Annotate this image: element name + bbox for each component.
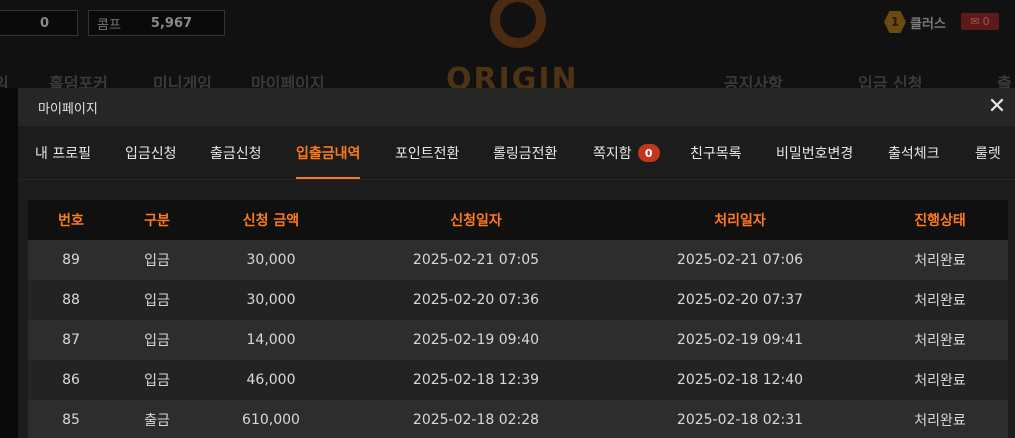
modal-header: 마이페이지 — [18, 88, 1015, 126]
modal-title: 마이페이지 — [38, 101, 98, 117]
row-number: 88 — [62, 292, 80, 308]
tab-bar: 내 프로필 입금신청 출금신청 입출금내역 포인트전환 롤링금전환 쪽지함 0 … — [18, 126, 1015, 180]
column-header: 구분 — [144, 213, 170, 229]
row-status: 처리완료 — [914, 413, 966, 429]
tab-attendance[interactable]: 출석체크 — [888, 126, 940, 180]
envelope-icon: ✉ — [970, 15, 980, 28]
logo-ring-icon — [490, 0, 546, 48]
table-row: 89 입금 30,000 2025-02-21 07:05 2025-02-21… — [28, 240, 1008, 280]
column-header: 진행상태 — [914, 213, 966, 229]
site-nav: 임 홀덤포커 미니게임 마이페이지 공지사항 입금 신청 출 — [0, 68, 1015, 93]
tab-withdraw-request[interactable]: 출금신청 — [210, 126, 262, 180]
tab-deposit-request[interactable]: 입금신청 — [125, 126, 177, 180]
row-type: 입금 — [144, 253, 170, 269]
row-amount: 30,000 — [246, 252, 296, 268]
tab-rolling-exchange[interactable]: 롤링금전환 — [493, 126, 557, 180]
row-process-date: 2025-02-21 07:06 — [676, 252, 804, 268]
close-icon[interactable]: ✕ — [984, 93, 1010, 119]
comp-box: 콤프 5,967 — [88, 10, 225, 36]
row-status: 처리완료 — [914, 293, 966, 309]
site-header: 0 콤프 5,967 ORIGIN 1 클러스 ✉ 0 임 홀덤포커 미니게임 … — [0, 0, 1015, 97]
tab-messages[interactable]: 쪽지함 0 — [593, 126, 660, 180]
tab-profile[interactable]: 내 프로필 — [35, 126, 91, 180]
table-row: 88 입금 30,000 2025-02-20 07:36 2025-02-20… — [28, 280, 1008, 320]
row-type: 출금 — [144, 413, 170, 429]
row-status: 처리완료 — [914, 373, 966, 389]
row-request-date: 2025-02-21 07:05 — [412, 252, 540, 268]
row-amount: 46,000 — [246, 372, 296, 388]
row-process-date: 2025-02-19 09:41 — [676, 332, 804, 348]
comp-label: 콤프 — [97, 17, 121, 33]
message-count-badge: 0 — [637, 144, 660, 162]
row-process-date: 2025-02-18 02:31 — [676, 412, 804, 428]
comp-value: 5,967 — [150, 15, 193, 31]
row-number: 85 — [62, 412, 80, 428]
user-rank: 1 클러스 — [884, 11, 946, 33]
transaction-table: 번호 구분 신청 금액 신청일자 처리일자 진행상태 89 입금 30,000 … — [28, 200, 1008, 438]
row-request-date: 2025-02-19 09:40 — [412, 332, 540, 348]
row-status: 처리완료 — [914, 253, 966, 269]
row-process-date: 2025-02-20 07:37 — [676, 292, 804, 308]
row-process-date: 2025-02-18 12:40 — [676, 372, 804, 388]
row-request-date: 2025-02-18 02:28 — [412, 412, 540, 428]
row-status: 처리완료 — [914, 333, 966, 349]
row-amount: 30,000 — [246, 292, 296, 308]
table-row: 86 입금 46,000 2025-02-18 12:39 2025-02-18… — [28, 360, 1008, 400]
tab-change-password[interactable]: 비밀번호변경 — [776, 126, 853, 180]
tab-friends[interactable]: 친구목록 — [690, 126, 742, 180]
balance-value: 0 — [39, 15, 49, 31]
rank-name: 클러스 — [910, 16, 946, 32]
tab-point-exchange[interactable]: 포인트전환 — [395, 126, 459, 180]
row-type: 입금 — [144, 373, 170, 389]
mail-button[interactable]: ✉ 0 — [961, 13, 999, 30]
row-request-date: 2025-02-18 12:39 — [412, 372, 540, 388]
row-number: 89 — [62, 252, 80, 268]
table-row: 85 출금 610,000 2025-02-18 02:28 2025-02-1… — [28, 400, 1008, 438]
row-request-date: 2025-02-20 07:36 — [412, 292, 540, 308]
mypage-modal: 마이페이지 ✕ 내 프로필 입금신청 출금신청 입출금내역 포인트전환 롤링금전… — [18, 88, 1015, 438]
row-type: 입금 — [144, 333, 170, 349]
mail-count: 0 — [982, 15, 990, 28]
tab-transaction-history[interactable]: 입출금내역 — [296, 126, 361, 180]
tab-roulette[interactable]: 룰렛 — [975, 126, 1001, 180]
row-amount: 610,000 — [242, 412, 300, 428]
table-row: 87 입금 14,000 2025-02-19 09:40 2025-02-19… — [28, 320, 1008, 360]
row-type: 입금 — [144, 293, 170, 309]
background-panel — [0, 88, 18, 438]
row-amount: 14,000 — [246, 332, 296, 348]
column-header: 신청일자 — [450, 213, 502, 229]
balance-box: 0 — [0, 10, 78, 36]
table-header-row: 번호 구분 신청 금액 신청일자 처리일자 진행상태 — [28, 200, 1008, 240]
column-header: 번호 — [58, 213, 84, 229]
column-header: 신청 금액 — [242, 213, 300, 229]
rank-badge-icon: 1 — [884, 11, 906, 33]
row-number: 86 — [62, 372, 80, 388]
column-header: 처리일자 — [714, 213, 766, 229]
row-number: 87 — [62, 332, 80, 348]
